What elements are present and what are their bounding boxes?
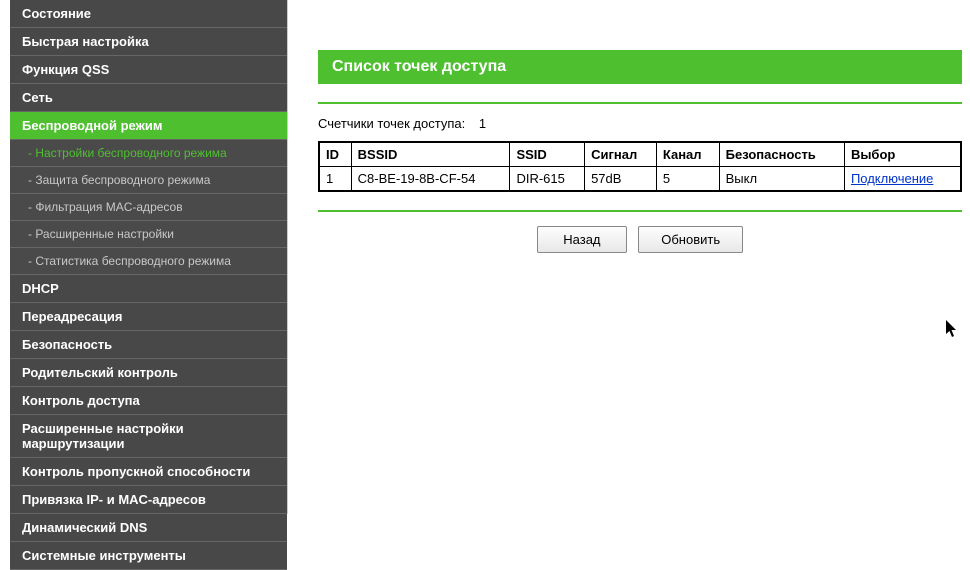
sidebar-item-4[interactable]: Беспроводной режим	[10, 112, 287, 140]
sidebar-item-3[interactable]: Сеть	[10, 84, 287, 112]
counter-value: 1	[479, 116, 486, 131]
sidebar-item-1[interactable]: Быстрая настройка	[10, 28, 287, 56]
sidebar-item-12[interactable]: Безопасность	[10, 331, 287, 359]
refresh-button[interactable]: Обновить	[638, 226, 743, 253]
th-select: Выбор	[844, 142, 961, 167]
sidebar-item-13[interactable]: Родительский контроль	[10, 359, 287, 387]
page-title: Список точек доступа	[318, 50, 962, 84]
table-row: 1C8-BE-19-8B-CF-54DIR-61557dB5Выкл Подклю…	[319, 167, 961, 192]
divider-bottom	[318, 210, 962, 212]
sidebar-item-0[interactable]: Состояние	[10, 0, 287, 28]
sidebar-item-6[interactable]: - Защита беспроводного режима	[10, 167, 287, 194]
cell-select: Подключение	[844, 167, 961, 192]
sidebar-item-19[interactable]: Системные инструменты	[10, 542, 287, 570]
ap-table: ID BSSID SSID Сигнал Канал Безопасность …	[318, 141, 962, 192]
sidebar-item-9[interactable]: - Статистика беспроводного режима	[10, 248, 287, 275]
sidebar-item-8[interactable]: - Расширенные настройки	[10, 221, 287, 248]
counter-label: Счетчики точек доступа:	[318, 116, 465, 131]
sidebar-item-11[interactable]: Переадресация	[10, 303, 287, 331]
ap-counter: Счетчики точек доступа: 1	[318, 116, 962, 131]
th-signal: Сигнал	[585, 142, 657, 167]
sidebar-item-10[interactable]: DHCP	[10, 275, 287, 303]
sidebar: СостояниеБыстрая настройкаФункция QSSСет…	[0, 0, 288, 514]
cell-channel: 5	[656, 167, 719, 192]
sidebar-item-2[interactable]: Функция QSS	[10, 56, 287, 84]
cell-id: 1	[319, 167, 351, 192]
divider	[318, 102, 962, 104]
cell-signal: 57dB	[585, 167, 657, 192]
sidebar-item-5[interactable]: - Настройки беспроводного режима	[10, 140, 287, 167]
sidebar-item-17[interactable]: Привязка IP- и MAC-адресов	[10, 486, 287, 514]
sidebar-item-15[interactable]: Расширенные настройки маршрутизации	[10, 415, 287, 458]
sidebar-item-7[interactable]: - Фильтрация MAC-адресов	[10, 194, 287, 221]
cell-security: Выкл	[719, 167, 844, 192]
th-id: ID	[319, 142, 351, 167]
th-channel: Канал	[656, 142, 719, 167]
cell-ssid: DIR-615	[510, 167, 585, 192]
sidebar-item-14[interactable]: Контроль доступа	[10, 387, 287, 415]
th-bssid: BSSID	[351, 142, 510, 167]
main-content: Список точек доступа Счетчики точек дост…	[288, 0, 970, 514]
connect-link[interactable]: Подключение	[851, 171, 933, 186]
cell-bssid: C8-BE-19-8B-CF-54	[351, 167, 510, 192]
th-security: Безопасность	[719, 142, 844, 167]
button-row: Назад Обновить	[318, 226, 962, 253]
sidebar-item-16[interactable]: Контроль пропускной способности	[10, 458, 287, 486]
sidebar-item-18[interactable]: Динамический DNS	[10, 514, 287, 542]
th-ssid: SSID	[510, 142, 585, 167]
back-button[interactable]: Назад	[537, 226, 627, 253]
